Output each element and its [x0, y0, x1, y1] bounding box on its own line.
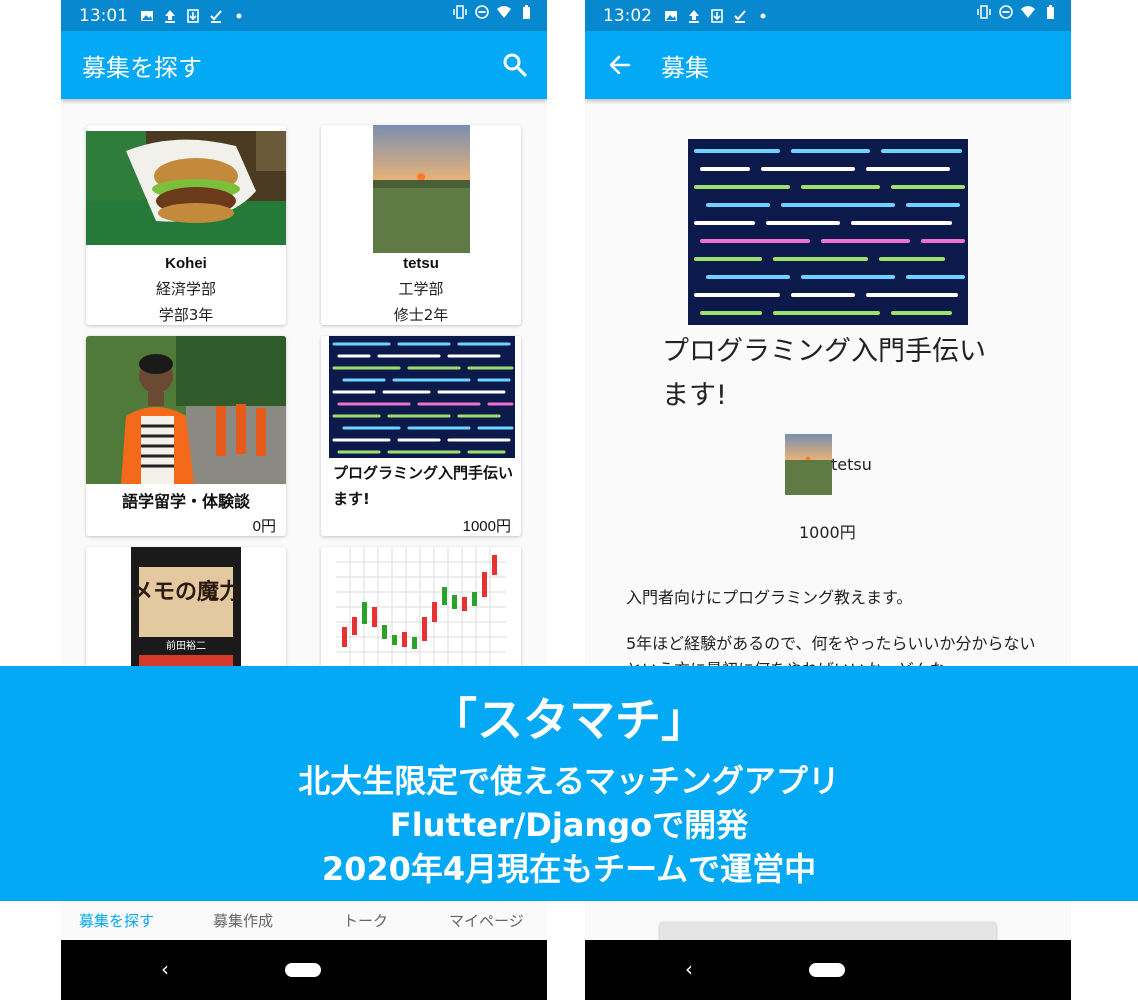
app-bar: 募集 [585, 31, 1071, 99]
status-time: 13:02 [603, 5, 652, 26]
post-card-programming[interactable]: プログラミング入門手伝います! 1000円 [321, 336, 521, 536]
nav-item-create[interactable]: 募集作成 [213, 910, 273, 931]
banner-tagline: 北大生限定で使えるマッチングアプリ [298, 762, 840, 800]
post-price: 1000円 [799, 523, 856, 542]
download-icon [711, 8, 723, 23]
system-navigation-bar: ‹ [61, 940, 547, 1000]
check-icon [734, 9, 746, 23]
post-description-intro: 入門者向けにプログラミング教えます。 [626, 588, 913, 607]
system-home-pill[interactable] [285, 963, 321, 977]
candlestick-chart-image [336, 547, 506, 667]
burger-photo [86, 131, 286, 245]
card-year: 学部3年 [158, 306, 214, 324]
vibrate-icon [977, 5, 991, 19]
battery-icon [1047, 5, 1054, 19]
wifi-icon [497, 6, 511, 18]
card-title: プログラミング入門手伝います! [333, 464, 514, 508]
do-not-disturb-icon [999, 5, 1013, 19]
promo-banner: 「スタマチ」 北大生限定で使えるマッチングアプリ Flutter/Djangoで… [0, 666, 1138, 901]
do-not-disturb-icon [475, 5, 489, 19]
wifi-icon [1021, 6, 1035, 18]
user-card-kohei[interactable]: Kohei 経済学部 学部3年 [86, 125, 286, 325]
sunset-field-photo [373, 125, 470, 253]
card-price: 0円 [252, 518, 276, 535]
post-card-language-study[interactable]: 語学留学・体験談 0円 [86, 336, 286, 536]
book-cover-image: メモの魔力 前田裕二 [131, 547, 241, 672]
upload-icon [689, 9, 699, 23]
author-avatar[interactable] [785, 434, 832, 495]
post-title: プログラミング入門手伝います! [662, 336, 986, 411]
download-icon [187, 8, 199, 23]
banner-app-name: 「スタマチ」 [431, 693, 707, 747]
system-navigation-bar: ‹ [585, 940, 1071, 1000]
user-card-tetsu[interactable]: tetsu 工学部 修士2年 [321, 125, 521, 325]
post-cover-image [688, 139, 968, 325]
banner-tech: Flutter/Djangoで開発 [389, 806, 749, 844]
status-time: 13:01 [79, 5, 128, 26]
page-title: 募集を探す [82, 53, 202, 82]
dot-icon [236, 13, 242, 18]
card-faculty: 経済学部 [155, 280, 216, 298]
nav-item-search[interactable]: 募集を探す [79, 910, 154, 931]
check-icon [210, 9, 222, 23]
nav-item-talk[interactable]: トーク [343, 910, 388, 931]
book-title: メモの魔力 [131, 579, 241, 605]
banner-status: 2020年4月現在もチームで運営中 [321, 850, 817, 888]
card-title: 語学留学・体験談 [121, 492, 250, 511]
card-price: 1000円 [462, 518, 511, 535]
vibrate-icon [453, 5, 467, 19]
system-back-icon[interactable]: ‹ [161, 957, 169, 981]
dot-icon [760, 13, 766, 18]
code-screen-photo [329, 336, 515, 458]
app-bar: 募集を探す [61, 31, 547, 99]
card-year: 修士2年 [393, 306, 449, 324]
study-abroad-photo [86, 336, 286, 484]
back-arrow-icon[interactable] [607, 52, 633, 78]
status-bar: 13:02 [585, 0, 1071, 31]
image-icon [141, 10, 153, 21]
system-home-pill[interactable] [809, 963, 845, 977]
page-title: 募集 [661, 53, 709, 82]
upload-icon [165, 9, 175, 23]
system-back-icon[interactable]: ‹ [685, 957, 693, 981]
bottom-navigation: 募集を探す 募集作成 トーク マイページ [61, 900, 547, 940]
author-name[interactable]: tetsu [831, 455, 872, 474]
card-name: Kohei [165, 255, 207, 272]
card-name: tetsu [403, 255, 439, 272]
status-bar: 13:01 [61, 0, 547, 31]
book-author: 前田裕二 [166, 639, 206, 652]
image-icon [665, 10, 677, 21]
card-faculty: 工学部 [398, 280, 444, 298]
nav-item-mypage[interactable]: マイページ [449, 910, 524, 931]
search-icon[interactable] [501, 51, 529, 79]
battery-icon [523, 5, 530, 19]
